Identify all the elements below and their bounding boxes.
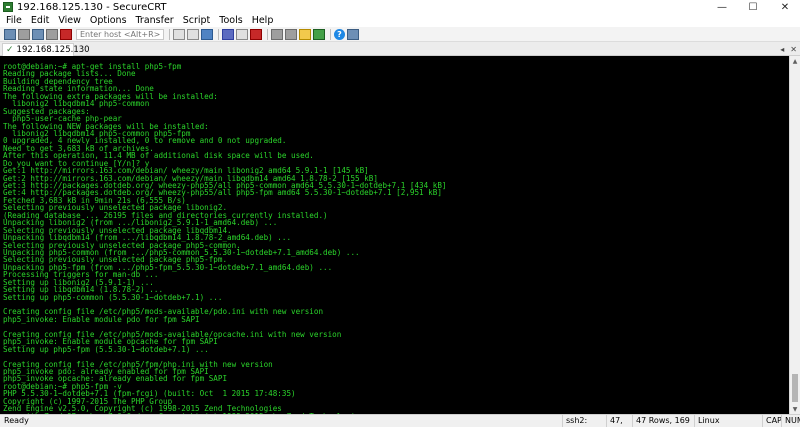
terminal-screen[interactable]: root@debian:~# apt-get install php5-fpm R… (0, 56, 789, 414)
menu-transfer[interactable]: Transfer (136, 15, 174, 26)
log-session-icon[interactable] (250, 28, 262, 40)
menu-bar: File Edit View Options Transfer Script T… (0, 14, 800, 27)
maximize-button[interactable]: ☐ (738, 0, 768, 14)
connect-icon[interactable] (4, 28, 16, 40)
terminal-line: Setting up php5-fpm (5.5.30-1~dotdeb+7.1… (3, 344, 209, 354)
toolbar-separator (267, 28, 268, 40)
status-terminal-type: Linux (694, 415, 762, 427)
status-ready-text: Ready (4, 416, 29, 425)
paste-icon[interactable] (187, 28, 199, 40)
sftp-icon[interactable] (299, 28, 311, 40)
print-preview-icon[interactable] (236, 28, 248, 40)
close-window-button[interactable]: ✕ (770, 0, 800, 14)
print-icon[interactable] (222, 28, 234, 40)
menu-file[interactable]: File (6, 15, 22, 26)
tab-controls: ◂ ✕ (780, 42, 797, 56)
help-icon[interactable]: ? (334, 28, 345, 40)
menu-script[interactable]: Script (183, 15, 211, 26)
status-terminal-size: 47 Rows, 169 Cols (632, 415, 694, 427)
terminal-line: Reading package lists... Done (3, 69, 136, 79)
menu-tools[interactable]: Tools (219, 15, 242, 26)
status-num-lock: NUM (781, 415, 800, 427)
status-cursor-position: 47, 16 (606, 415, 632, 427)
scroll-down-arrow-icon[interactable]: ▼ (790, 404, 800, 414)
global-options-icon[interactable] (285, 28, 297, 40)
reconnect-icon[interactable] (46, 28, 58, 40)
status-bar: Ready ssh2: AES-256-CTR 47, 16 47 Rows, … (0, 414, 800, 427)
session-tab-bar: ✓ 192.168.125.130 ◂ ✕ (0, 42, 800, 56)
connect-in-tab-icon[interactable] (32, 28, 44, 40)
minimize-button[interactable]: — (707, 0, 737, 14)
find-icon[interactable] (201, 28, 213, 40)
quick-connect-icon[interactable] (18, 28, 30, 40)
close-tab-icon[interactable]: ✕ (790, 45, 797, 54)
vertical-scrollbar[interactable]: ▲ ▼ (789, 56, 800, 414)
window-title: 192.168.125.130 - SecureCRT (17, 1, 167, 13)
scrollbar-thumb[interactable] (792, 374, 798, 402)
session-tab-label: 192.168.125.130 (16, 45, 90, 55)
disconnect-icon[interactable] (60, 28, 72, 40)
about-icon[interactable] (347, 28, 359, 40)
toolbar-separator (169, 28, 170, 40)
keymap-icon[interactable] (313, 28, 325, 40)
terminal-line: php5_invoke: Enable module pdo for fpm S… (3, 314, 200, 324)
scroll-up-arrow-icon[interactable]: ▲ (790, 56, 800, 66)
terminal-line: libonig2 libqdbm14 php5-common (3, 99, 150, 109)
status-cipher: ssh2: AES-256-CTR (562, 415, 606, 427)
menu-edit[interactable]: Edit (31, 15, 49, 26)
status-caps-lock: CAP (762, 415, 782, 427)
toolbar-separator (330, 28, 331, 40)
menu-help[interactable]: Help (252, 15, 274, 26)
copy-icon[interactable] (173, 28, 185, 40)
securecrt-app-icon (3, 2, 13, 12)
host-input[interactable] (76, 28, 164, 40)
session-tab[interactable]: ✓ 192.168.125.130 (2, 43, 90, 56)
connected-check-icon: ✓ (6, 45, 14, 55)
menu-options[interactable]: Options (90, 15, 127, 26)
toolbar: ? (0, 27, 800, 42)
tab-list-icon[interactable]: ◂ (780, 45, 784, 54)
terminal-line: Setting up php5-common (5.5.30-1~dotdeb+… (3, 292, 223, 302)
title-bar: 192.168.125.130 - SecureCRT — ☐ ✕ (0, 0, 800, 14)
toolbar-separator (218, 28, 219, 40)
session-options-icon[interactable] (271, 28, 283, 40)
menu-view[interactable]: View (58, 15, 81, 26)
